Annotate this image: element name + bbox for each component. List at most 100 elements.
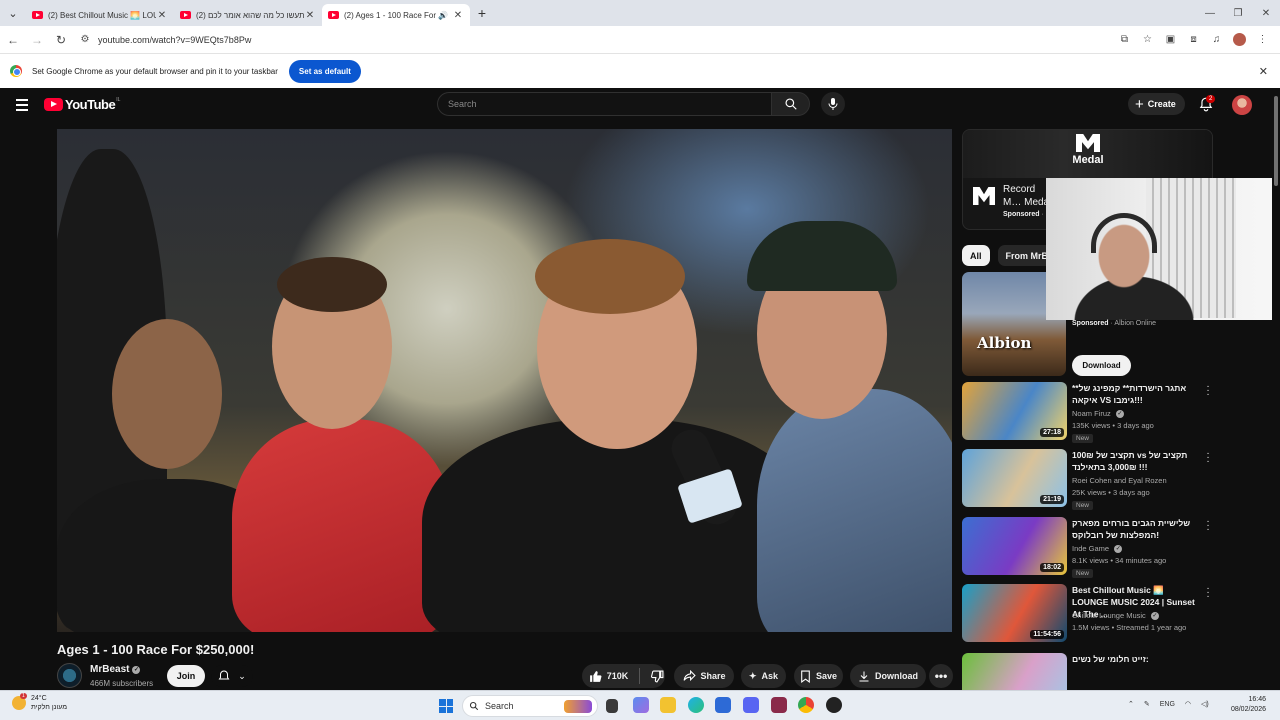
windows-start-icon[interactable] <box>439 699 453 713</box>
recommended-video[interactable]: 27:18 **אתגר הישרדות** קמפינג של איקאה VS… <box>962 382 1213 444</box>
close-window-icon[interactable]: ✕ <box>1252 0 1280 26</box>
channel-avatar[interactable] <box>57 663 82 688</box>
task-view-icon[interactable] <box>606 699 618 713</box>
store-icon[interactable] <box>715 697 731 713</box>
download-button[interactable]: Download <box>850 664 926 688</box>
video-title[interactable]: תקציב של 100₪ vs תקציב של 3,000₪ בתאילנד… <box>1072 449 1202 473</box>
reload-icon[interactable]: ↻ <box>50 29 72 51</box>
set-as-default-button[interactable]: Set as default <box>288 59 361 83</box>
channel-name[interactable]: Noam Firuz ✓ <box>1072 409 1124 418</box>
restore-icon[interactable]: ❐ <box>1224 0 1252 26</box>
video-player[interactable] <box>57 129 952 632</box>
tab-title: (2) תעשו כל מה שהוא אומר לכם <box>196 10 304 20</box>
close-tab-icon[interactable]: ✕ <box>452 10 464 21</box>
extensions-puzzle-icon[interactable]: ⧈ <box>1182 29 1205 50</box>
close-tab-icon[interactable]: ✕ <box>156 10 168 21</box>
create-button[interactable]: + Create <box>1128 93 1185 115</box>
voice-search-button[interactable] <box>821 92 845 116</box>
channel-name[interactable]: Roei Cohen and Eyal Rozen <box>1072 476 1167 485</box>
minimize-icon[interactable]: — <box>1196 0 1224 26</box>
account-avatar[interactable] <box>1232 95 1252 115</box>
browser-tab-active[interactable]: (2) Ages 1 - 100 Race For $ 🔊 ✕ <box>322 4 470 26</box>
game-app-icon[interactable] <box>826 697 842 713</box>
more-vertical-icon[interactable]: · · · <box>1205 382 1211 400</box>
more-vertical-icon[interactable]: · · · <box>1205 517 1211 535</box>
like-button[interactable]: 710K <box>583 670 628 683</box>
speaker-icon[interactable]: 🔊 <box>438 11 448 20</box>
video-title[interactable]: שלישיית הגבים בורחים מפארק המפלצות של רו… <box>1072 517 1202 541</box>
new-badge: New <box>1072 501 1094 510</box>
pen-icon[interactable]: ✎ <box>1144 700 1150 708</box>
chrome-menu-icon[interactable]: ⋮ <box>1251 29 1274 50</box>
search-input[interactable]: Search <box>437 92 771 116</box>
youtube-logo[interactable]: YouTube IL <box>44 97 120 112</box>
more-vertical-icon[interactable]: · · · <box>1205 449 1211 467</box>
wifi-icon[interactable]: ◠ <box>1185 700 1191 708</box>
sun-cloud-icon: 1 <box>12 693 27 710</box>
subscription-bell-button[interactable]: ⌄ <box>211 665 253 687</box>
file-explorer-icon[interactable] <box>660 697 676 713</box>
search-icon <box>469 701 479 711</box>
weather-text: 24°C מעונן חלקית <box>31 694 67 712</box>
new-tab-plus-icon[interactable]: + <box>470 5 494 21</box>
widgets-icon[interactable] <box>633 697 649 713</box>
video-thumbnail[interactable]: 11:54:56 <box>962 584 1067 642</box>
bookmark-star-icon[interactable]: ☆ <box>1136 29 1159 50</box>
tray-overflow-icon[interactable]: ⌃ <box>1128 700 1134 708</box>
search-button[interactable] <box>771 92 810 116</box>
albion-download-button[interactable]: Download <box>1072 355 1131 376</box>
page-scrollbar[interactable] <box>1272 88 1280 690</box>
tab-search-chevron-icon[interactable]: ⌄ <box>0 0 26 26</box>
recommended-video[interactable]: 11:54:56 Best Chillout Music 🌅 LOUNGE MUS… <box>962 584 1213 646</box>
video-title[interactable]: זייט חלומי של נשים: <box>1072 653 1202 665</box>
edge-icon[interactable] <box>688 697 704 713</box>
media-control-icon[interactable]: ♫ <box>1205 29 1228 50</box>
chrome-logo-icon <box>10 65 22 77</box>
dislike-button[interactable] <box>651 670 664 683</box>
youtube-favicon-icon <box>32 11 43 19</box>
taskbar-clock[interactable]: 16:46 08/02/2026 <box>1228 695 1266 715</box>
taskbar-search-label: Search <box>485 701 514 711</box>
sponsored-text: Sponsored <box>1072 320 1109 327</box>
recommended-video[interactable]: 18:02 שלישיית הגבים בורחים מפארק המפלצות … <box>962 517 1213 579</box>
back-arrow-icon[interactable]: ← <box>2 29 24 51</box>
app-icon[interactable] <box>771 697 787 713</box>
taskbar-search[interactable]: Search <box>462 695 598 717</box>
browser-tab[interactable]: (2) תעשו כל מה שהוא אומר לכם ✕ <box>174 4 322 26</box>
site-info-icon[interactable]: ⚙ <box>76 34 94 45</box>
volume-icon[interactable]: ◁) <box>1201 700 1209 708</box>
video-thumbnail[interactable]: 27:18 <box>962 382 1067 440</box>
extension-icon[interactable]: ▣ <box>1159 29 1182 50</box>
browser-tab[interactable]: (2) Best Chillout Music 🌅 LOUN ✕ <box>26 4 174 26</box>
share-button[interactable]: Share <box>674 664 734 688</box>
chip-all[interactable]: All <box>962 245 990 266</box>
join-button[interactable]: Join <box>167 665 205 687</box>
verified-check-icon: ✓ <box>132 666 141 674</box>
close-tab-icon[interactable]: ✕ <box>304 10 316 21</box>
video-thumbnail[interactable]: 21:19 <box>962 449 1067 507</box>
divider <box>639 668 641 684</box>
forward-arrow-icon[interactable]: → <box>26 29 48 51</box>
chrome-taskbar-icon[interactable] <box>798 697 814 713</box>
close-banner-icon[interactable]: ✕ <box>1259 65 1268 78</box>
scrollbar-thumb[interactable] <box>1274 96 1278 186</box>
video-duration: 11:54:56 <box>1030 630 1064 639</box>
weather-widget[interactable]: 1 24°C מעונן חלקית <box>12 693 67 712</box>
red-jacket-hair <box>277 257 387 312</box>
ask-button[interactable]: ✦ Ask <box>741 664 786 688</box>
profile-avatar[interactable] <box>1233 33 1246 46</box>
channel-name[interactable]: MrBeast ✓ <box>90 664 141 675</box>
channel-name[interactable]: Inde Game ✓ <box>1072 544 1123 553</box>
recommended-video[interactable]: 21:19 תקציב של 100₪ vs תקציב של 3,000₪ בת… <box>962 449 1213 511</box>
discord-icon[interactable] <box>743 697 759 713</box>
video-thumbnail[interactable]: 18:02 <box>962 517 1067 575</box>
channel-name[interactable]: Chillout Lounge Music ✓ <box>1072 611 1159 620</box>
cast-icon[interactable]: ⧉ <box>1113 29 1136 50</box>
save-button[interactable]: Save <box>794 664 843 688</box>
language-indicator[interactable]: ENG <box>1160 701 1175 708</box>
video-title[interactable]: **אתגר הישרדות** קמפינג של איקאה VS גימב… <box>1072 382 1202 406</box>
more-vertical-icon[interactable]: · · · <box>1205 584 1211 602</box>
more-actions-button[interactable]: ••• <box>929 664 953 688</box>
menu-icon[interactable] <box>16 99 28 114</box>
address-bar[interactable]: ⚙ youtube.com/watch?v=9WEQts7b8Pw <box>76 29 1086 50</box>
